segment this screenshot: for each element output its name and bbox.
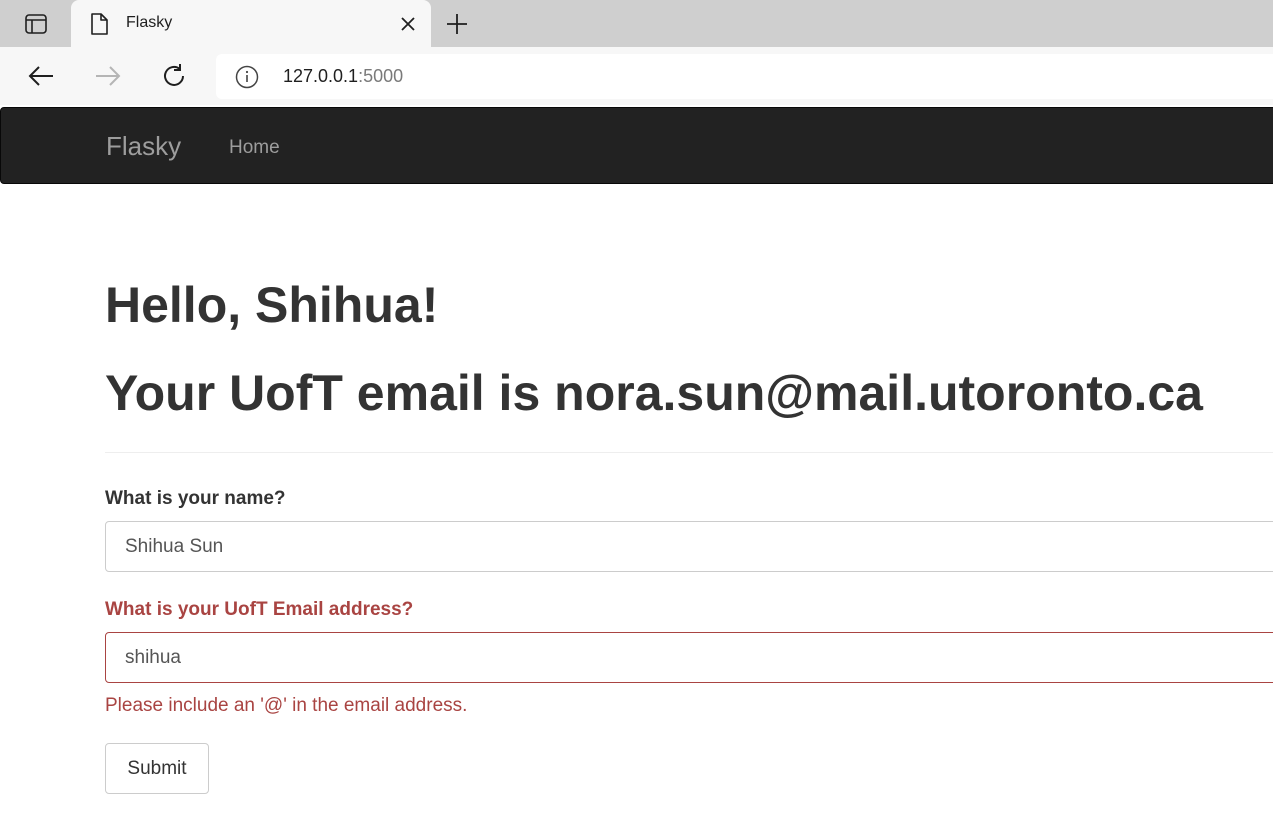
greeting-heading: Hello, Shihua!	[105, 277, 439, 333]
email-error-message: Please include an '@' in the email addre…	[105, 695, 468, 716]
close-icon[interactable]	[395, 11, 421, 37]
divider	[105, 452, 1273, 453]
page-viewport: Flasky Home Hello, Shihua! Your UofT ema…	[0, 105, 1273, 817]
submit-button[interactable]: Submit	[105, 743, 209, 794]
info-icon[interactable]	[234, 64, 260, 90]
browser-tab[interactable]: Flasky	[71, 0, 431, 47]
plus-icon[interactable]	[440, 8, 474, 40]
tab-actions-icon[interactable]	[12, 8, 60, 40]
nav-link-home[interactable]: Home	[229, 137, 280, 159]
arrow-right-icon[interactable]	[86, 55, 130, 97]
address-bar[interactable]: 127.0.0.1:5000	[216, 54, 1273, 99]
arrow-left-icon[interactable]	[19, 55, 63, 97]
name-field[interactable]	[105, 521, 1273, 572]
navbar-brand[interactable]: Flasky	[106, 131, 181, 162]
email-label: What is your UofT Email address?	[105, 599, 414, 620]
email-field[interactable]	[105, 632, 1273, 683]
name-label: What is your name?	[105, 488, 286, 509]
tab-title: Flasky	[126, 14, 173, 31]
url-text[interactable]: 127.0.0.1:5000	[283, 66, 403, 87]
url-host: 127.0.0.1	[283, 66, 359, 86]
site-navbar: Flasky Home	[0, 107, 1273, 184]
page-icon	[87, 12, 111, 36]
url-port: :5000	[358, 66, 404, 86]
email-heading: Your UofT email is nora.sun@mail.utoront…	[105, 365, 1203, 421]
browser-toolbar: 127.0.0.1:5000	[0, 47, 1273, 105]
browser-tab-strip: Flasky	[0, 0, 1273, 47]
reload-icon[interactable]	[152, 55, 196, 97]
